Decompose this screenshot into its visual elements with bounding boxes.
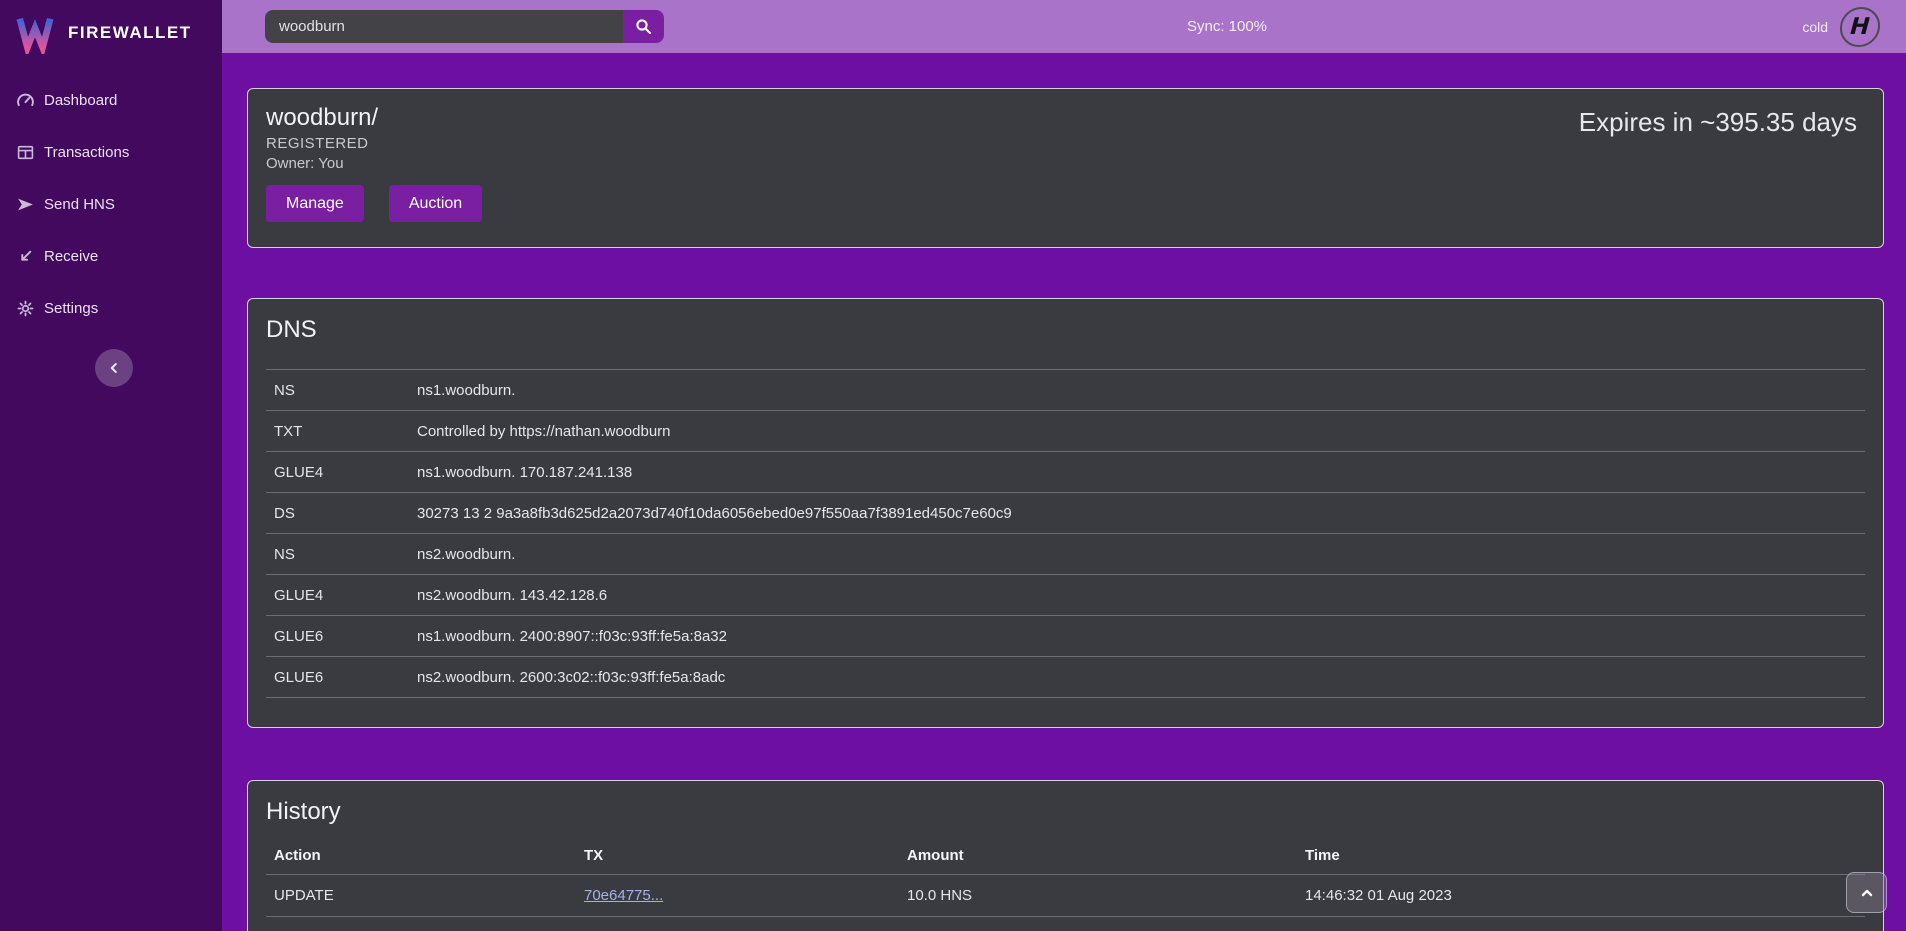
history-card: History Action TX Amount Time UPDATE 70e6… — [247, 780, 1884, 931]
dns-record-type: GLUE4 — [266, 575, 409, 616]
dns-record-value: 30273 13 2 9a3a8fb3d625d2a2073d740f10da6… — [409, 493, 1865, 534]
domain-card: woodburn/ REGISTERED Owner: You Manage A… — [247, 88, 1884, 248]
sidebar-item-label: Dashboard — [44, 92, 117, 109]
history-action: UPDATE — [266, 874, 576, 916]
history-time: 14:46:32 01 Aug 2023 — [1297, 874, 1865, 916]
dns-record-row: GLUE4ns1.woodburn. 170.187.241.138 — [266, 452, 1865, 493]
dns-record-type: GLUE4 — [266, 452, 409, 493]
send-icon — [17, 196, 34, 213]
history-row: RENEWd41b8f02...10.0 HNS15:47:36 07 Jul … — [266, 916, 1865, 931]
history-tx: d41b8f02... — [576, 916, 899, 931]
history-header-row: Action TX Amount Time — [266, 837, 1865, 874]
dns-record-type: TXT — [266, 411, 409, 452]
scroll-to-top-button[interactable] — [1846, 872, 1887, 913]
dns-record-value: ns2.woodburn. — [409, 534, 1865, 575]
history-col-tx: TX — [576, 837, 899, 874]
dns-record-row: NSns1.woodburn. — [266, 370, 1865, 411]
sidebar-item-dashboard[interactable]: Dashboard — [0, 74, 222, 126]
dns-record-type: NS — [266, 534, 409, 575]
dns-record-type: GLUE6 — [266, 616, 409, 657]
history-amount: 10.0 HNS — [899, 916, 1297, 931]
dns-record-value: ns1.woodburn. 2400:8907::f03c:93ff:fe5a:… — [409, 616, 1865, 657]
dns-title: DNS — [266, 315, 1865, 345]
dns-table: NSns1.woodburn.TXTControlled by https://… — [266, 369, 1865, 698]
dns-record-value: ns2.woodburn. 2600:3c02::f03c:93ff:fe5a:… — [409, 657, 1865, 698]
domain-actions: Manage Auction — [266, 185, 1865, 222]
history-tx: 70e64775... — [576, 874, 899, 916]
dns-record-row: GLUE6ns1.woodburn. 2400:8907::f03c:93ff:… — [266, 616, 1865, 657]
tx-link[interactable]: 70e64775... — [584, 887, 663, 904]
history-table: Action TX Amount Time UPDATE 70e64775... 1… — [266, 837, 1865, 931]
history-col-action: Action — [266, 837, 576, 874]
dns-card: DNS NSns1.woodburn.TXTControlled by http… — [247, 298, 1884, 728]
sidebar-item-settings[interactable]: Settings — [0, 282, 222, 334]
dns-record-row: GLUE6ns2.woodburn. 2600:3c02::f03c:93ff:… — [266, 657, 1865, 698]
sidebar-item-receive[interactable]: Receive — [0, 230, 222, 282]
history-row: UPDATE 70e64775... 10.0 HNS14:46:32 01 Aug… — [266, 874, 1865, 916]
expires-label: Expires in ~395.35 days — [1579, 107, 1857, 138]
domain-owner: Owner: You — [266, 155, 1865, 172]
history-col-amount: Amount — [899, 837, 1297, 874]
sidebar-item-send-hns[interactable]: Send HNS — [0, 178, 222, 230]
search-input[interactable] — [265, 10, 623, 43]
transactions-icon — [17, 144, 34, 161]
firewallet-w-logo — [14, 12, 56, 54]
chevron-left-icon — [107, 361, 121, 375]
history-col-time: Time — [1297, 837, 1865, 874]
history-action: RENEW — [266, 916, 576, 931]
dashboard-icon — [17, 92, 34, 109]
brand: FIREWALLET — [0, 0, 222, 66]
handshake-logo[interactable]: H — [1839, 7, 1882, 47]
dns-record-row: DS30273 13 2 9a3a8fb3d625d2a2073d740f10d… — [266, 493, 1865, 534]
history-amount: 10.0 HNS — [899, 874, 1297, 916]
dns-record-value: Controlled by https://nathan.woodburn — [409, 411, 1865, 452]
dns-record-type: DS — [266, 493, 409, 534]
sidebar-item-label: Receive — [44, 248, 98, 265]
history-title: History — [266, 797, 1865, 827]
topbar: Sync: 100% cold H — [222, 0, 1906, 53]
auction-button[interactable]: Auction — [389, 185, 482, 222]
sidebar-item-label: Transactions — [44, 144, 129, 161]
dns-record-row: TXTControlled by https://nathan.woodburn — [266, 411, 1865, 452]
manage-button[interactable]: Manage — [266, 185, 364, 222]
wallet-name: cold — [1802, 19, 1828, 35]
sidebar-item-label: Settings — [44, 300, 98, 317]
dns-record-value: ns2.woodburn. 143.42.128.6 — [409, 575, 1865, 616]
search-button[interactable] — [623, 10, 664, 43]
dns-record-type: NS — [266, 370, 409, 411]
sidebar: FIREWALLET Dashboard Transactions Send HNS… — [0, 0, 222, 931]
dns-record-value: ns1.woodburn. 170.187.241.138 — [409, 452, 1865, 493]
brand-name: FIREWALLET — [68, 23, 192, 43]
dns-record-type: GLUE6 — [266, 657, 409, 698]
sidebar-collapse-button[interactable] — [95, 349, 133, 387]
dns-record-row: GLUE4ns2.woodburn. 143.42.128.6 — [266, 575, 1865, 616]
sidebar-item-label: Send HNS — [44, 196, 115, 213]
history-time: 15:47:36 07 Jul 2023 — [1297, 916, 1865, 931]
receive-icon — [17, 248, 34, 265]
dns-record-value: ns1.woodburn. — [409, 370, 1865, 411]
wallet-area[interactable]: cold H — [1802, 0, 1880, 53]
sidebar-item-transactions[interactable]: Transactions — [0, 126, 222, 178]
settings-icon — [17, 300, 34, 317]
search-icon — [635, 18, 652, 35]
sidebar-nav: Dashboard Transactions Send HNS Receive Sett… — [0, 66, 222, 334]
sync-status: Sync: 100% — [1162, 18, 1292, 35]
search-bar — [265, 10, 664, 43]
chevron-up-icon — [1859, 885, 1875, 901]
dns-record-row: NSns2.woodburn. — [266, 534, 1865, 575]
main-content: woodburn/ REGISTERED Owner: You Manage A… — [222, 53, 1906, 931]
